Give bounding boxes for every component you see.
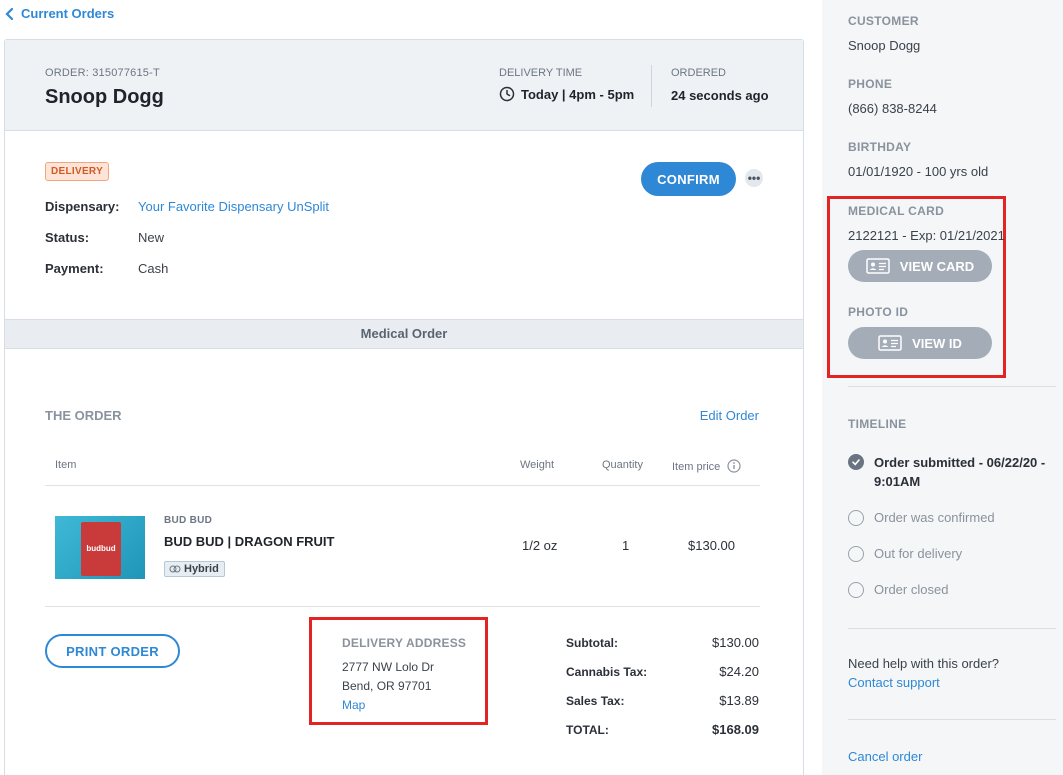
sidebar-divider bbox=[848, 719, 1056, 720]
ordered-value: 24 seconds ago bbox=[671, 88, 769, 103]
payment-label: Payment: bbox=[45, 261, 104, 276]
item-quantity: 1 bbox=[622, 538, 630, 553]
product-name: BUD BUD | DRAGON FRUIT bbox=[164, 534, 335, 549]
photo-id-label: PHOTO ID bbox=[848, 305, 909, 319]
print-order-button[interactable]: PRINT ORDER bbox=[45, 634, 180, 668]
customer-label: CUSTOMER bbox=[848, 14, 919, 28]
dispensary-link[interactable]: Your Favorite Dispensary UnSplit bbox=[138, 199, 329, 214]
column-header-quantity: Quantity bbox=[602, 459, 643, 471]
view-id-label: VIEW ID bbox=[912, 335, 962, 351]
product-box-graphic: budbud bbox=[81, 522, 121, 576]
table-bottom-rule bbox=[45, 606, 760, 607]
birthday-label: BIRTHDAY bbox=[848, 140, 912, 154]
product-image-text: budbud bbox=[86, 544, 116, 553]
strain-label: Hybrid bbox=[184, 563, 219, 575]
delivery-address-title: DELIVERY ADDRESS bbox=[342, 636, 467, 650]
contact-support-link[interactable]: Contact support bbox=[848, 675, 940, 690]
view-card-label: VIEW CARD bbox=[899, 258, 975, 274]
id-card-icon bbox=[866, 258, 890, 274]
info-icon[interactable] bbox=[727, 459, 741, 473]
view-id-button[interactable]: VIEW ID bbox=[848, 327, 992, 359]
check-circle-icon bbox=[848, 454, 864, 470]
timeline-confirmed-text: Order was confirmed bbox=[874, 510, 995, 525]
empty-circle-icon bbox=[848, 510, 864, 526]
total-value: $168.09 bbox=[712, 722, 759, 737]
order-number: ORDER: 315077615-T bbox=[45, 67, 160, 79]
medical-card-label: MEDICAL CARD bbox=[848, 204, 945, 218]
sales-tax-label: Sales Tax: bbox=[566, 694, 625, 708]
birthday-value: 01/01/1920 - 100 yrs old bbox=[848, 164, 989, 179]
customer-value: Snoop Dogg bbox=[848, 38, 921, 53]
address-line-1: 2777 NW Lolo Dr bbox=[342, 660, 435, 674]
status-value: New bbox=[138, 230, 165, 245]
total-label: TOTAL: bbox=[566, 723, 609, 737]
empty-circle-icon bbox=[848, 582, 864, 598]
more-options-button[interactable]: ••• bbox=[745, 169, 763, 187]
sales-tax-value: $13.89 bbox=[719, 693, 759, 708]
back-link-label: Current Orders bbox=[21, 6, 115, 21]
cancel-order-link[interactable]: Cancel order bbox=[848, 749, 922, 764]
cannabis-tax-label: Cannabis Tax: bbox=[566, 665, 648, 679]
item-price-label: Item price bbox=[672, 461, 721, 473]
delivery-time-label: DELIVERY TIME bbox=[499, 67, 583, 79]
phone-label: PHONE bbox=[848, 77, 893, 91]
payment-value: Cash bbox=[138, 261, 169, 276]
header-divider bbox=[651, 65, 652, 107]
phone-value: (866) 838-8244 bbox=[848, 101, 937, 116]
column-header-weight: Weight bbox=[520, 459, 555, 471]
customer-sidebar: CUSTOMER Snoop Dogg PHONE (866) 838-8244… bbox=[822, 0, 1063, 775]
id-card-icon bbox=[878, 335, 902, 351]
sidebar-divider bbox=[848, 628, 1056, 629]
sidebar-divider bbox=[848, 386, 1056, 387]
column-header-item-price: Item price bbox=[672, 459, 741, 473]
customer-name-title: Snoop Dogg bbox=[45, 86, 164, 108]
view-card-button[interactable]: VIEW CARD bbox=[848, 250, 992, 282]
timeline-item-submitted: Order submitted - 06/22/20 - 9:01AM bbox=[848, 453, 1045, 491]
timeline-item-closed: Order closed bbox=[848, 582, 948, 598]
help-text: Need help with this order? bbox=[848, 656, 1000, 671]
medical-order-band: Medical Order bbox=[5, 319, 803, 349]
subtotal-label: Subtotal: bbox=[566, 636, 618, 650]
the-order-title: THE ORDER bbox=[45, 408, 122, 423]
table-header-rule bbox=[45, 485, 760, 486]
item-price: $130.00 bbox=[688, 538, 735, 553]
delivery-badge: DELIVERY bbox=[45, 162, 110, 181]
timeline-item-confirmed: Order was confirmed bbox=[848, 510, 995, 526]
order-card: ORDER: 315077615-T Snoop Dogg DELIVERY T… bbox=[4, 39, 804, 775]
address-line-2: Bend, OR 97701 bbox=[342, 679, 432, 693]
chevron-left-icon bbox=[5, 7, 14, 20]
back-to-current-orders-link[interactable]: Current Orders bbox=[4, 6, 114, 21]
medical-card-value: 2122121 - Exp: 01/21/2021 bbox=[848, 228, 1005, 243]
timeline-closed-text: Order closed bbox=[874, 582, 949, 597]
product-image: budbud bbox=[55, 516, 145, 579]
dispensary-label: Dispensary: bbox=[45, 199, 120, 214]
timeline-submitted-line1: Order submitted - 06/22/20 - bbox=[874, 455, 1046, 470]
delivery-time-text: Today | 4pm - 5pm bbox=[521, 86, 635, 102]
delivery-time-value: Today | 4pm - 5pm bbox=[499, 86, 634, 102]
hybrid-icon bbox=[169, 565, 181, 573]
status-label: Status: bbox=[45, 230, 90, 245]
ordered-label: ORDERED bbox=[671, 67, 727, 79]
timeline-submitted-text: Order submitted - 06/22/20 - 9:01AM bbox=[874, 453, 1045, 491]
main-panel: Current Orders ORDER: 315077615-T Snoop … bbox=[0, 0, 822, 775]
timeline-label: TIMELINE bbox=[848, 417, 907, 431]
order-header: ORDER: 315077615-T Snoop Dogg DELIVERY T… bbox=[5, 40, 803, 131]
timeline-item-out-for-delivery: Out for delivery bbox=[848, 546, 962, 562]
column-header-item: Item bbox=[55, 459, 77, 471]
timeline-out-text: Out for delivery bbox=[874, 546, 963, 561]
strain-tag: Hybrid bbox=[164, 561, 225, 577]
confirm-button[interactable]: CONFIRM bbox=[641, 162, 736, 196]
map-link[interactable]: Map bbox=[342, 698, 365, 712]
subtotal-value: $130.00 bbox=[712, 635, 759, 650]
product-brand: BUD BUD bbox=[164, 515, 213, 526]
edit-order-link[interactable]: Edit Order bbox=[700, 408, 759, 423]
clock-icon bbox=[499, 86, 515, 102]
item-weight: 1/2 oz bbox=[522, 538, 558, 553]
cannabis-tax-value: $24.20 bbox=[719, 664, 759, 679]
timeline-submitted-line2: 9:01AM bbox=[874, 474, 921, 489]
empty-circle-icon bbox=[848, 546, 864, 562]
